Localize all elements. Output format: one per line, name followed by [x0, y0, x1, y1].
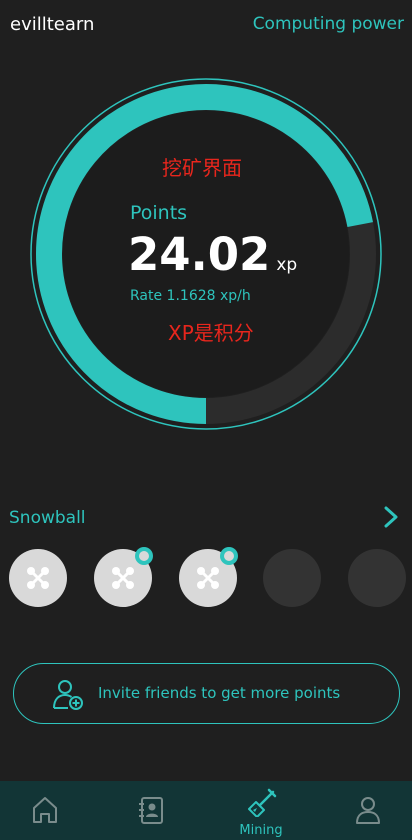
username: evilltearn: [10, 14, 95, 35]
annotation-mining-screen: 挖矿界面: [162, 156, 242, 180]
active-badge: [220, 547, 238, 565]
snowball-slot[interactable]: [9, 549, 67, 607]
tab-contacts[interactable]: [116, 781, 186, 840]
tab-mining[interactable]: Mining: [226, 781, 296, 840]
add-user-icon: [53, 680, 83, 710]
snowflake-icon: [112, 567, 134, 589]
shovel-icon: [248, 788, 277, 817]
bottom-tab-bar: Mining: [0, 781, 412, 840]
points-display: 24.02 xp: [128, 228, 297, 281]
invite-friends-button[interactable]: Invite friends to get more points: [13, 663, 400, 724]
header: evilltearn Computing power: [10, 14, 404, 42]
points-unit: xp: [276, 255, 298, 275]
snowflake-icon: [27, 567, 49, 589]
invite-friends-label: Invite friends to get more points: [98, 684, 341, 702]
computing-power-link[interactable]: Computing power: [253, 14, 404, 34]
user-icon: [356, 797, 380, 824]
snowball-slot[interactable]: [348, 549, 406, 607]
snowball-slot[interactable]: [179, 547, 238, 607]
annotation-xp-points: XP是积分: [168, 321, 254, 345]
tab-mining-label: Mining: [239, 823, 283, 838]
home-icon: [33, 797, 57, 823]
tab-home[interactable]: [10, 781, 80, 840]
chevron-right-icon[interactable]: [382, 505, 400, 529]
mining-progress-ring: 挖矿界面 Points 24.02 xp Rate 1.1628 xp/h XP是…: [28, 76, 384, 432]
rate-text: Rate 1.1628 xp/h: [130, 288, 251, 304]
active-badge: [135, 547, 153, 565]
contacts-icon: [139, 797, 163, 824]
snowball-title: Snowball: [9, 508, 86, 528]
snowball-slot[interactable]: [94, 547, 153, 607]
snowflake-icon: [197, 567, 219, 589]
snowball-slot[interactable]: [263, 549, 321, 607]
points-label: Points: [130, 202, 188, 224]
tab-profile[interactable]: [333, 781, 403, 840]
points-value: 24.02: [128, 228, 271, 281]
